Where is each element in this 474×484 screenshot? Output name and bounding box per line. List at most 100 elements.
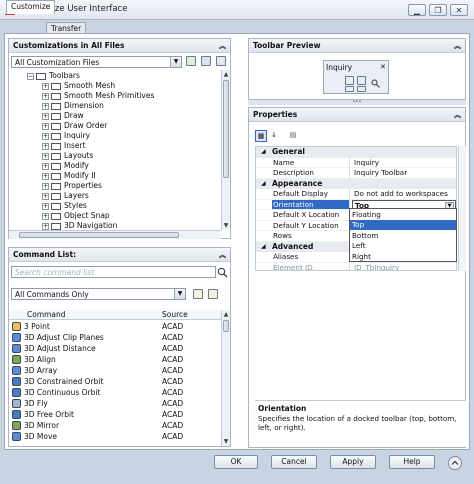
command-row[interactable]: 3D Fly ACAD [9, 398, 219, 409]
expand-node-icon[interactable]: + [42, 162, 49, 170]
open-file-icon[interactable] [186, 56, 196, 66]
tree-item[interactable]: + Draw Order [42, 121, 107, 131]
scroll-down-icon[interactable]: ▼ [222, 437, 230, 446]
property-row[interactable]: Description Inquiry Toolbar [256, 168, 456, 179]
expand-node-icon[interactable]: + [42, 92, 49, 100]
panel-splitter[interactable]: ••• [248, 100, 466, 105]
command-row[interactable]: 3D Adjust Clip Planes ACAD [9, 332, 219, 343]
tree-item[interactable]: + Inquiry [42, 131, 90, 141]
tab-customize[interactable]: Customize [6, 0, 56, 14]
command-row[interactable]: 3D Array ACAD [9, 365, 219, 376]
property-name: Default Y Location [272, 220, 350, 230]
tree-horizontal-scrollbar[interactable] [9, 230, 221, 239]
property-row[interactable]: Name Inquiry [256, 157, 456, 168]
command-row[interactable]: 3D Align ACAD [9, 354, 219, 365]
tree-item[interactable]: + Modify [42, 161, 89, 171]
tree-item[interactable]: + Insert [42, 141, 86, 151]
customization-file-select[interactable]: All Customization Files ▼ [11, 56, 182, 68]
command-filter-select[interactable]: All Commands Only ▼ [11, 288, 186, 300]
collapse-icon[interactable]: ︽ [219, 250, 226, 260]
collapse-dialog-icon[interactable] [446, 455, 464, 471]
command-name: 3D Adjust Clip Planes [24, 333, 104, 342]
expand-node-icon[interactable]: + [42, 212, 49, 220]
command-row[interactable]: 3 Point ACAD [9, 321, 219, 332]
tree-item[interactable]: + Styles [42, 201, 87, 211]
scroll-up-icon[interactable]: ▲ [222, 70, 230, 79]
command-name: 3D Free Orbit [24, 410, 75, 419]
expand-node-icon[interactable]: + [42, 82, 49, 90]
property-grid-scrollbar[interactable] [458, 146, 466, 271]
expand-node-icon[interactable]: + [42, 222, 49, 230]
close-window-button[interactable]: ✕ [450, 4, 468, 16]
expand-node-icon[interactable]: + [42, 152, 49, 160]
scroll-up-icon[interactable]: ▲ [222, 310, 230, 319]
cancel-button[interactable]: Cancel [271, 455, 317, 469]
sort-alphabetical-icon[interactable]: ↓ [268, 130, 280, 142]
expand-node-icon[interactable]: + [42, 202, 49, 210]
new-command-icon[interactable] [208, 289, 218, 299]
expand-node-icon[interactable]: + [42, 172, 49, 180]
tree-item[interactable]: +3D Navigation [42, 221, 117, 230]
restore-button[interactable]: ❐ [429, 4, 447, 16]
collapse-category-icon[interactable]: ◢ [261, 179, 266, 190]
column-source[interactable]: Source [162, 310, 188, 319]
expand-node-icon[interactable]: + [42, 102, 49, 110]
collapse-category-icon[interactable]: ◢ [261, 242, 266, 253]
expand-node-icon[interactable]: + [42, 142, 49, 150]
tree-item[interactable]: + Layers [42, 191, 89, 201]
transfer-icon[interactable] [216, 56, 226, 66]
command-row[interactable]: 3D Adjust Distance ACAD [9, 343, 219, 354]
property-pages-icon[interactable]: ▤ [287, 130, 299, 142]
minimize-button[interactable]: ▁ [408, 4, 426, 16]
categorized-icon[interactable]: ▦ [255, 130, 267, 142]
expand-node-icon[interactable]: + [42, 132, 49, 140]
tree-item[interactable]: + Smooth Mesh [42, 81, 115, 91]
orientation-option[interactable]: Right [350, 252, 456, 262]
command-search-input[interactable]: Search command list [11, 266, 216, 278]
find-icon[interactable] [193, 289, 203, 299]
expand-node-icon[interactable]: + [42, 112, 49, 120]
scroll-thumb[interactable] [223, 80, 229, 178]
expand-node-icon[interactable]: + [42, 182, 49, 190]
property-row[interactable]: Default Display Do not add to workspaces [256, 189, 456, 200]
tree-item-toolbars[interactable]: − Toolbars [27, 71, 80, 81]
orientation-option[interactable]: Top [350, 220, 456, 231]
tree-item[interactable]: + Smooth Mesh Primitives [42, 91, 154, 101]
scroll-thumb[interactable] [19, 232, 179, 238]
help-button[interactable]: Help [389, 455, 435, 469]
command-row[interactable]: 3D Free Orbit ACAD [9, 409, 219, 420]
command-row[interactable]: 3D Move ACAD [9, 431, 219, 442]
command-row[interactable]: 3D Continuous Orbit ACAD [9, 387, 219, 398]
property-category[interactable]: ◢ General [256, 147, 456, 158]
tree-item[interactable]: + Properties [42, 181, 102, 191]
collapse-node-icon[interactable]: − [27, 72, 34, 80]
scroll-thumb[interactable] [223, 320, 229, 332]
column-command[interactable]: Command [27, 310, 66, 319]
tree-vertical-scrollbar[interactable]: ▲ ▼ [221, 70, 230, 230]
property-row[interactable]: Element ID ID_TbInquiry [256, 262, 456, 270]
collapse-icon[interactable]: ︽ [454, 41, 461, 51]
property-category[interactable]: ◢ Appearance [256, 178, 456, 190]
tree-item[interactable]: + Dimension [42, 101, 104, 111]
scroll-down-icon[interactable]: ▼ [222, 221, 230, 230]
collapse-icon[interactable]: ︽ [454, 110, 461, 120]
expand-node-icon[interactable]: + [42, 122, 49, 130]
orientation-option[interactable]: Bottom [350, 231, 456, 241]
orientation-option[interactable]: Floating [350, 210, 456, 220]
save-icon[interactable] [201, 56, 211, 66]
collapse-icon[interactable]: ︽ [219, 41, 226, 51]
collapse-category-icon[interactable]: ◢ [261, 147, 266, 158]
expand-node-icon[interactable]: + [42, 192, 49, 200]
tree-item[interactable]: + Layouts [42, 151, 93, 161]
command-row[interactable]: 3D Constrained Orbit ACAD [9, 376, 219, 387]
property-name: Default Display [272, 189, 350, 199]
tree-item[interactable]: + Draw [42, 111, 84, 121]
ok-button[interactable]: OK [214, 455, 258, 469]
apply-button[interactable]: Apply [330, 455, 376, 469]
tree-item[interactable]: + Modify II [42, 171, 96, 181]
command-row[interactable]: 3D Mirror ACAD [9, 420, 219, 431]
orientation-option[interactable]: Left [350, 241, 456, 251]
tree-item[interactable]: + Object Snap [42, 211, 110, 221]
command-list-scrollbar[interactable]: ▲ ▼ [221, 310, 230, 446]
search-icon[interactable] [217, 267, 228, 278]
